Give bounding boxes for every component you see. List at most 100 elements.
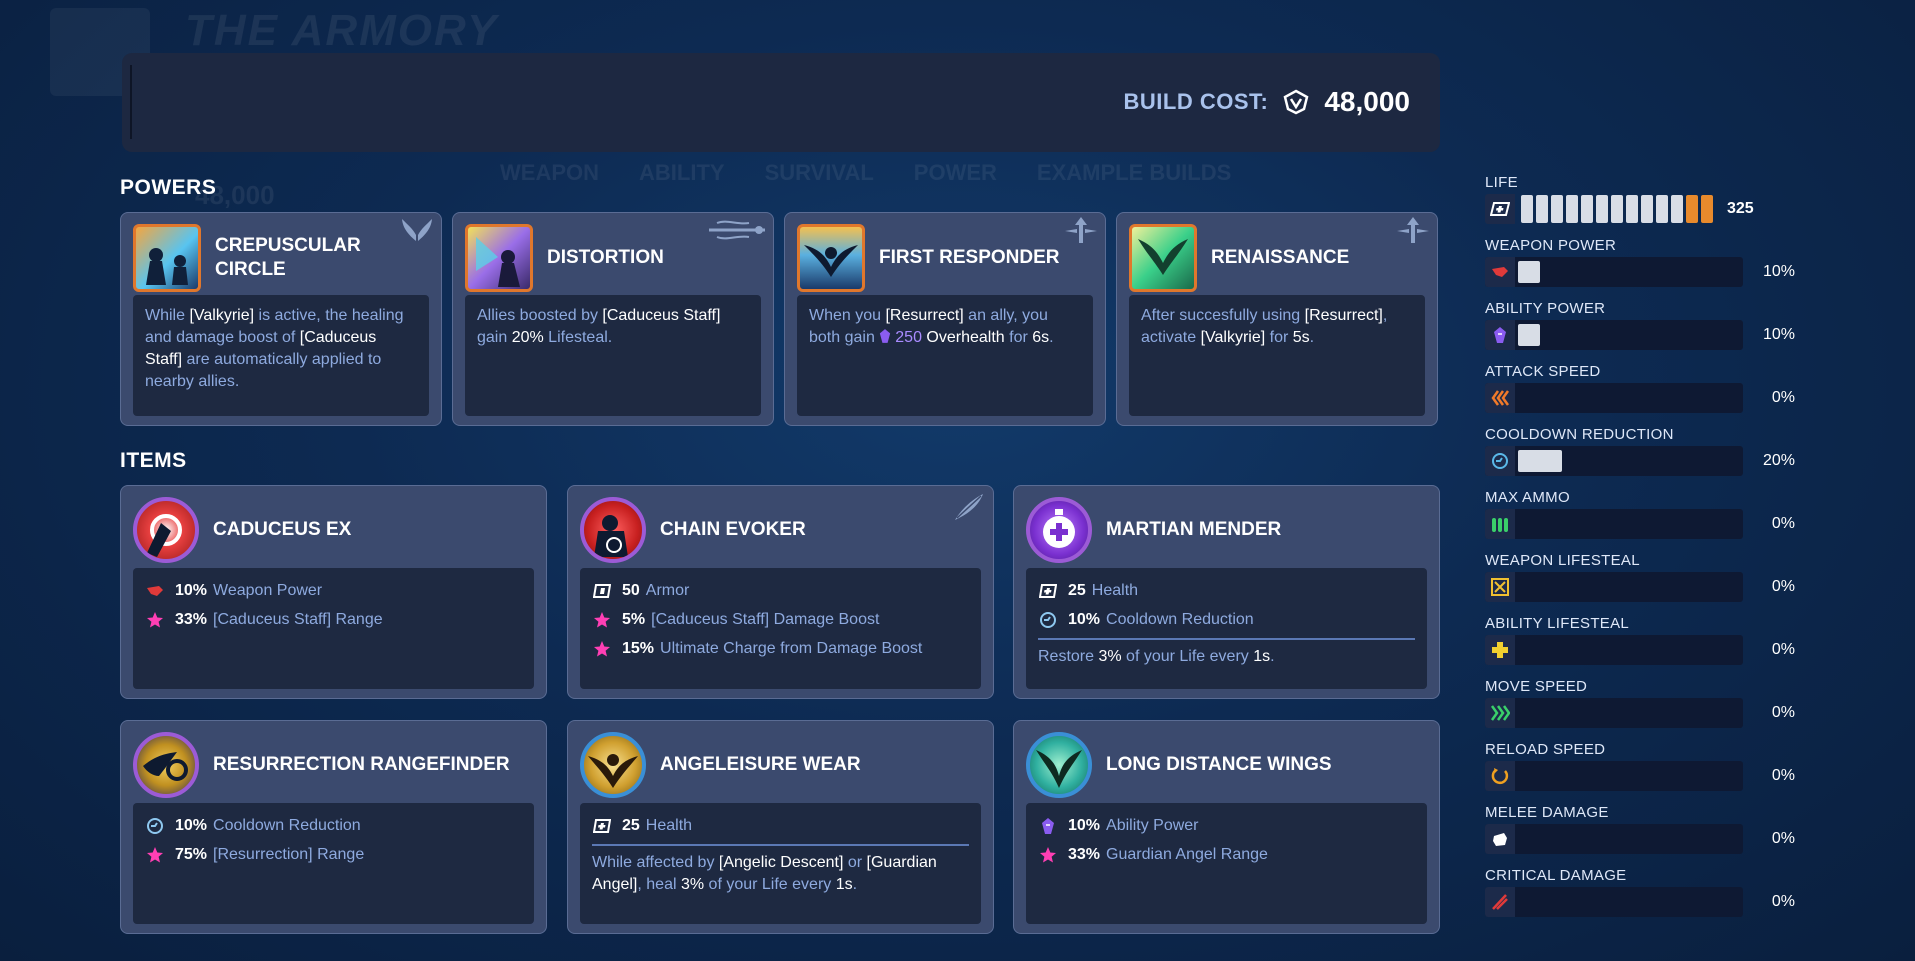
note-text: . [1270, 648, 1275, 665]
item-art-icon [1026, 732, 1092, 798]
stat-value: 0% [1771, 641, 1795, 658]
armor-icon [592, 582, 612, 600]
resurrect-icon [1063, 215, 1099, 245]
item-card-header: RESURRECTION RANGEFINDER [133, 731, 534, 799]
item-art-icon [580, 497, 646, 563]
background-tab: WEAPON [500, 160, 599, 185]
power-card-header: FIRST RESPONDER [797, 223, 1093, 293]
stat-value: 0% [1771, 767, 1795, 784]
item-stat: 75% [Resurrection] Range [145, 840, 522, 869]
note-text: . [852, 876, 858, 893]
background-tabs: WEAPON ABILITY SURVIVAL POWER EXAMPLE BU… [500, 160, 1231, 186]
item-card-long-distance-wings[interactable]: LONG DISTANCE WINGS 10% Ability Power 33%… [1013, 720, 1440, 934]
wings-icon [399, 215, 435, 245]
item-name: CADUCEUS EX [213, 519, 352, 540]
stat-value: 50 [622, 581, 640, 599]
item-card-caduceus-ex[interactable]: CADUCEUS EX 10% Weapon Power 33% [Caduceus… [120, 485, 547, 699]
stat-value: 15% [622, 639, 655, 657]
stat-value: 10% [1068, 816, 1101, 834]
stat-value: 0% [1771, 578, 1795, 595]
stat-bar [1485, 572, 1744, 602]
item-passive-note: While affected by [Angelic Descent] or [… [592, 852, 969, 896]
item-card-martian-mender[interactable]: MARTIAN MENDER 25 Health 10% Cooldown Redu… [1013, 485, 1440, 699]
stat-label: Cooldown Reduction [1106, 610, 1254, 628]
stat-label: ABILITY POWER [1485, 300, 1606, 317]
reload-speed-icon [1485, 761, 1515, 791]
power-art-icon [465, 224, 533, 292]
item-card-chain-evoker[interactable]: CHAIN EVOKER 50 Armor 5% [Caduceus Staff] … [567, 485, 994, 699]
stat-max-ammo: MAX AMMO 0% [1485, 489, 1795, 539]
power-card-crepuscular-circle[interactable]: CREPUSCULAR CIRCLE While [Valkyrie] is a… [120, 212, 442, 426]
stat-bar [1485, 383, 1744, 413]
item-card-angeleisure-wear[interactable]: ANGELEISURE WEAR 25 Health While affected… [567, 720, 994, 934]
star-icon [145, 846, 165, 864]
health-segment [1551, 195, 1563, 223]
item-stat: 25 Health [1038, 576, 1415, 605]
item-art-icon [1026, 497, 1092, 563]
stat-ability-power: ABILITY POWER 10% [1485, 300, 1795, 350]
stat-label: Ultimate Charge from Damage Boost [660, 639, 923, 657]
health-icon [1485, 194, 1515, 224]
power-art-icon [797, 224, 865, 292]
item-card-resurrection-rangefinder[interactable]: RESURRECTION RANGEFINDER 10% Cooldown Red… [120, 720, 547, 934]
weapon-lifesteal-icon [1485, 572, 1515, 602]
item-stats: 25 Health While affected by [Angelic Desc… [580, 803, 981, 924]
health-segment [1611, 195, 1623, 223]
item-stats: 10% Weapon Power 33% [Caduceus Staff] Rang… [133, 568, 534, 689]
item-stats: 25 Health 10% Cooldown Reduction Restore 3… [1026, 568, 1427, 689]
stat-bar [1485, 635, 1744, 665]
stat-value: 0% [1771, 389, 1795, 406]
item-card-header: ANGELEISURE WEAR [580, 731, 981, 799]
star-icon [592, 611, 612, 629]
health-segment [1596, 195, 1608, 223]
stat-bar [1485, 761, 1744, 791]
stat-value: 0% [1771, 830, 1795, 847]
power-description: When you [Resurrect] an ally, you both g… [797, 295, 1093, 416]
power-name: RENAISSANCE [1211, 247, 1350, 268]
power-name: DISTORTION [547, 247, 664, 268]
stat-label: Health [645, 816, 693, 834]
stat-move-speed: MOVE SPEED 0% [1485, 678, 1795, 728]
build-cost-value: 48,000 [1324, 86, 1410, 117]
stat-label: MELEE DAMAGE [1485, 804, 1609, 821]
power-card-distortion[interactable]: DISTORTION Allies boosted by [Caduceus S… [452, 212, 774, 426]
cooldown-icon [145, 817, 165, 835]
armor-segment [1686, 195, 1698, 223]
item-stats: 50 Armor 5% [Caduceus Staff] Damage Boost … [580, 568, 981, 689]
stat-label: CRITICAL DAMAGE [1485, 867, 1627, 884]
ability-lifesteal-icon [1485, 635, 1515, 665]
stat-value: 10% [1762, 263, 1795, 280]
background-tab: ABILITY [639, 160, 725, 185]
stat-line: 325 [1485, 194, 1795, 224]
stat-value: 33% [1068, 845, 1101, 863]
ability-power-icon [879, 329, 895, 346]
star-icon [145, 611, 165, 629]
feather-icon [951, 492, 985, 522]
note-value: [Angelic Descent] [718, 854, 844, 871]
power-art-icon [1129, 224, 1197, 292]
item-stats: 10% Ability Power 33% Guardian Angel Range [1026, 803, 1427, 924]
item-card-header: CHAIN EVOKER [580, 496, 981, 564]
stat-value: 25 [1068, 581, 1086, 599]
stat-value: 5% [622, 610, 646, 628]
item-art-icon [133, 497, 199, 563]
life-value: 325 [1727, 200, 1754, 217]
power-card-renaissance[interactable]: RENAISSANCE After succesfully using [Res… [1116, 212, 1438, 426]
stat-weapon-lifesteal: WEAPON LIFESTEAL 0% [1485, 552, 1795, 602]
stat-value: 10% [175, 816, 208, 834]
item-art-icon [133, 732, 199, 798]
description-text: After succesfully using [1141, 307, 1305, 324]
powers-title: POWERS [120, 176, 217, 199]
stat-bar-fill [1518, 261, 1540, 283]
description-highlight: [Valkyrie] [189, 307, 255, 324]
stat-label: Weapon Power [213, 581, 323, 599]
item-stats: 10% Cooldown Reduction 75% [Resurrection] … [133, 803, 534, 924]
item-stat: 5% [Caduceus Staff] Damage Boost [592, 605, 969, 634]
armor-segment [1701, 195, 1713, 223]
stat-label: Guardian Angel Range [1106, 845, 1268, 863]
power-card-first-responder[interactable]: FIRST RESPONDER When you [Resurrect] an … [784, 212, 1106, 426]
cooldown-icon [1485, 446, 1515, 476]
item-stat: 50 Armor [592, 576, 969, 605]
stat-label: MOVE SPEED [1485, 678, 1588, 695]
life-segments [1521, 195, 1713, 223]
